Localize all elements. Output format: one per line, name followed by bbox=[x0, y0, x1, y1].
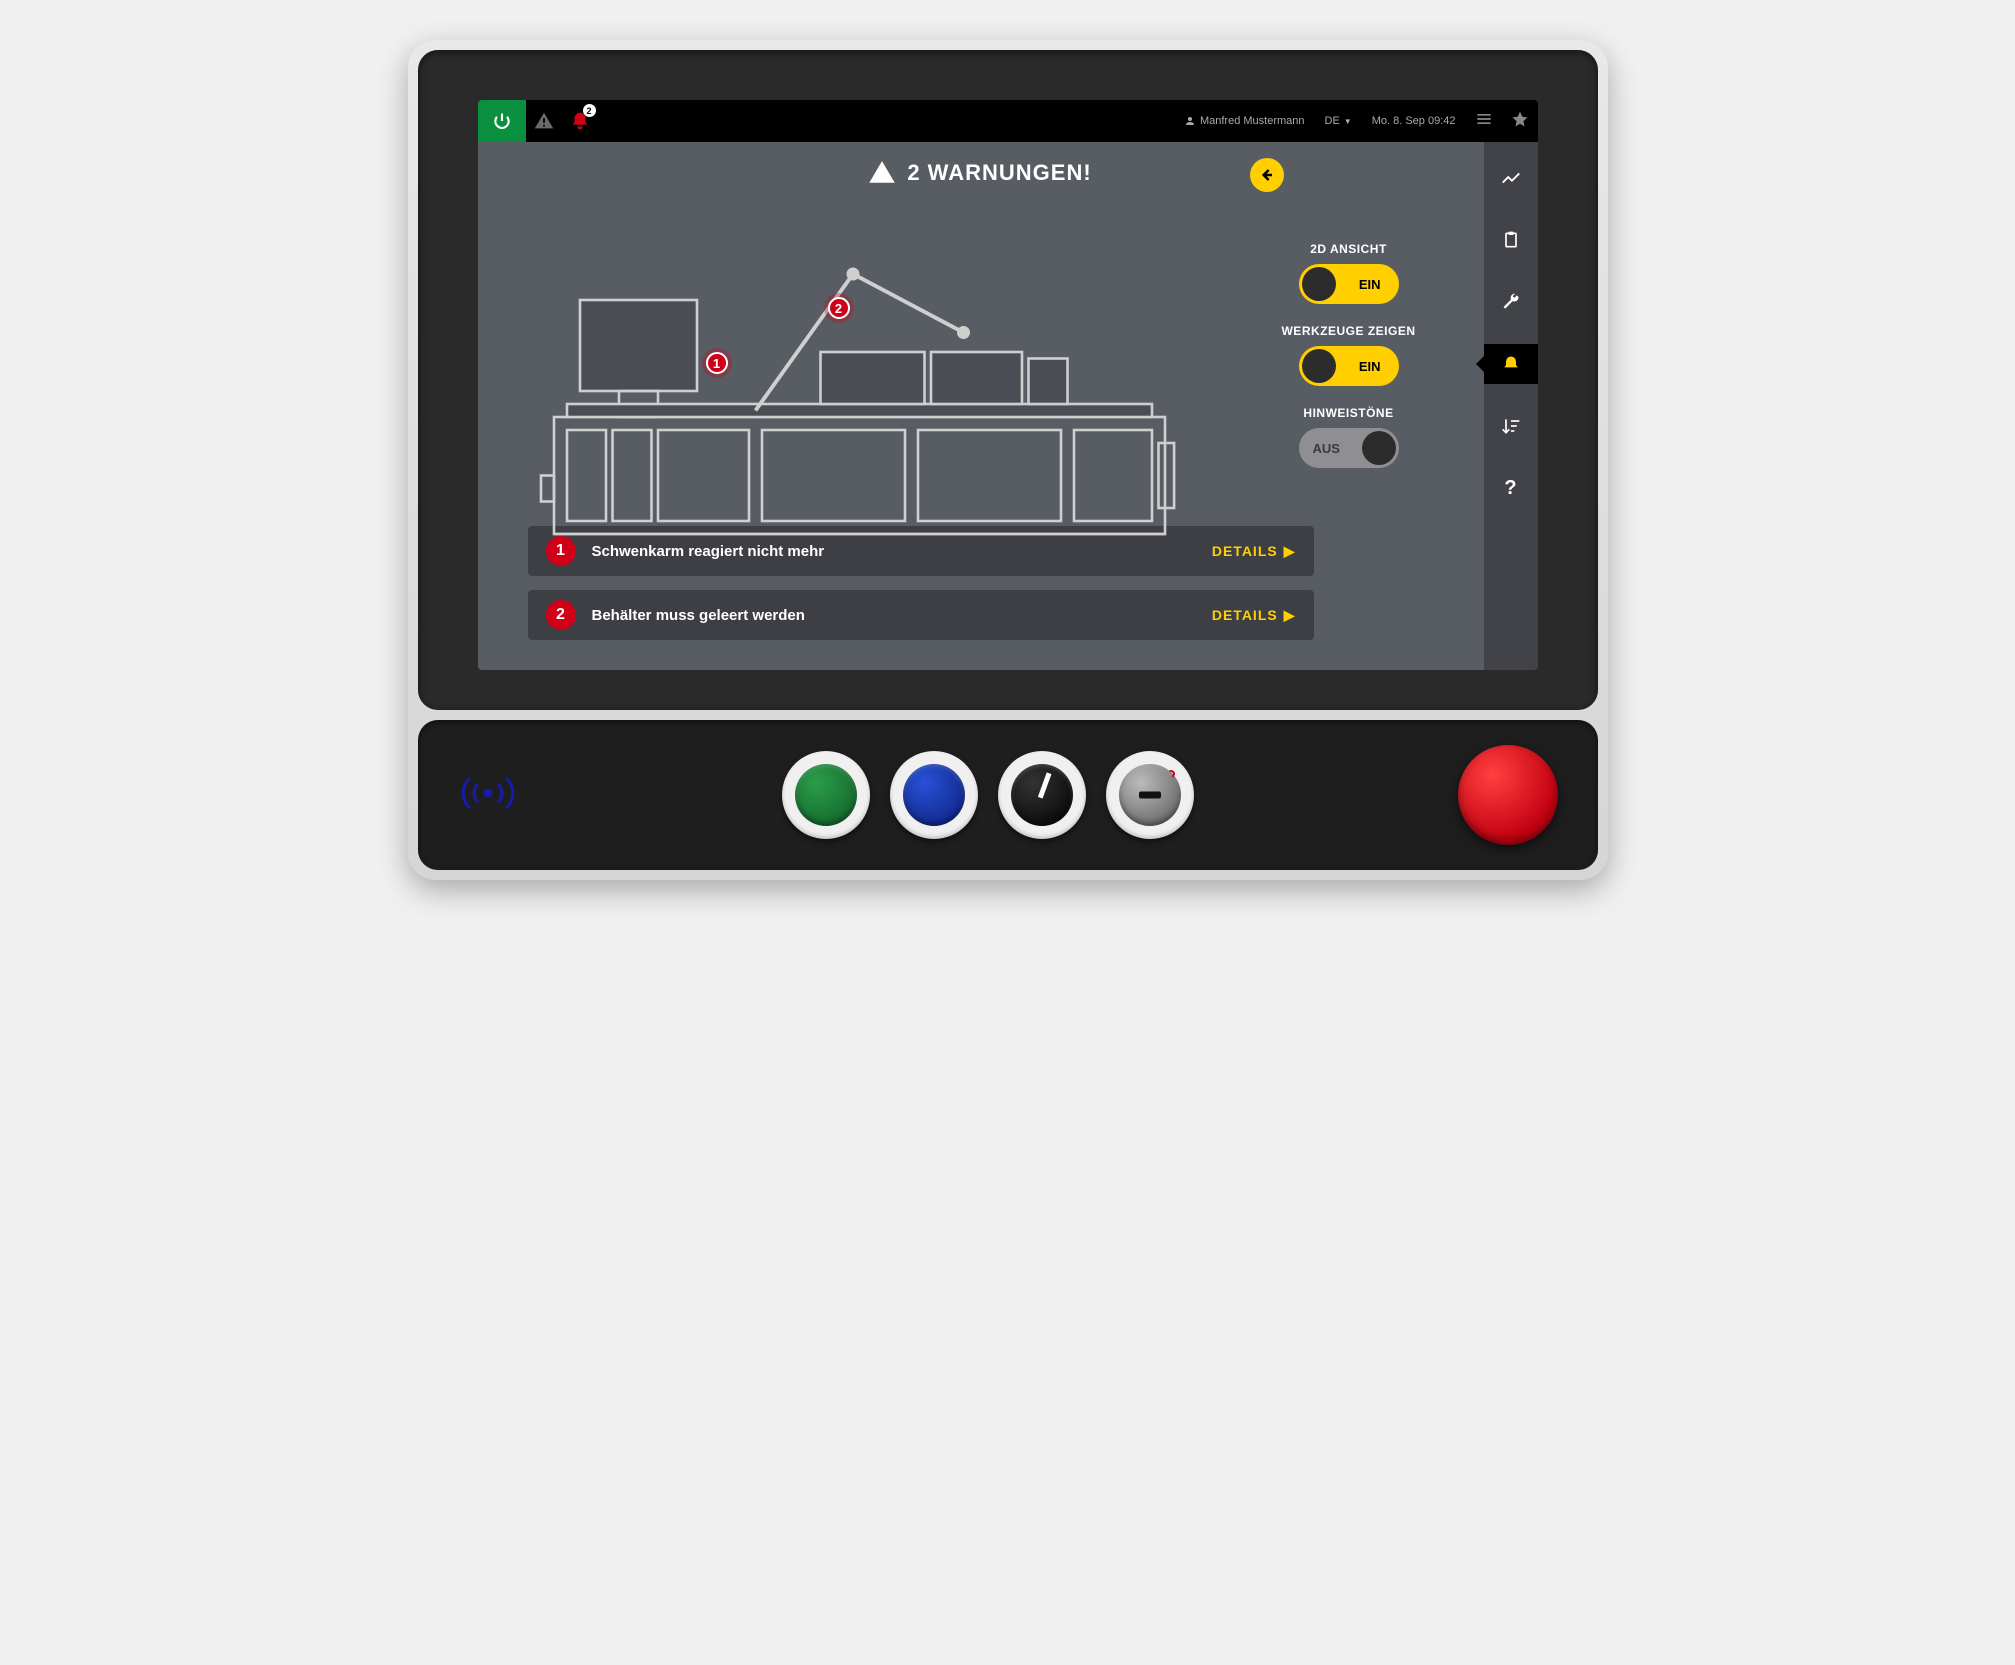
hw-blue-button[interactable] bbox=[890, 751, 978, 839]
hmi-device: 2 Manfred Mustermann DE ▼ Mo. 8. Sep 09:… bbox=[408, 40, 1608, 880]
hardware-buttons bbox=[782, 751, 1194, 839]
toggle-sounds-label: HINWEISTÖNE bbox=[1303, 406, 1393, 420]
content-row: 2 WARNUNGEN! bbox=[478, 142, 1538, 670]
topbar: 2 Manfred Mustermann DE ▼ Mo. 8. Sep 09:… bbox=[478, 100, 1538, 142]
language-code: DE bbox=[1325, 115, 1340, 127]
right-rail: ? bbox=[1484, 142, 1538, 670]
main-body: 1 2 2D ANSICHT EIN WERKZEUGE ZEIGEN bbox=[478, 186, 1484, 502]
toggle-2d-view[interactable]: EIN bbox=[1299, 264, 1399, 304]
alarm-indicator[interactable]: 2 bbox=[562, 100, 598, 142]
rail-help-button[interactable]: ? bbox=[1484, 468, 1538, 508]
rail-alarms-button[interactable] bbox=[1484, 344, 1538, 384]
rfid-indicator bbox=[458, 768, 518, 823]
toggle-state-text: AUS bbox=[1313, 441, 1340, 456]
toggle-tools-label: WERKZEUGE ZEIGEN bbox=[1281, 324, 1415, 338]
hw-selector-knob[interactable] bbox=[998, 751, 1086, 839]
chevron-down-icon: ▼ bbox=[1344, 117, 1352, 126]
knob-pointer bbox=[1037, 772, 1051, 798]
warning-row[interactable]: 2 Behälter muss geleert werden DETAILS ▶ bbox=[528, 590, 1314, 640]
rail-clipboard-button[interactable] bbox=[1484, 220, 1538, 260]
rfid-icon bbox=[458, 768, 518, 818]
warning-triangle-icon bbox=[533, 110, 555, 132]
bezel: 2 Manfred Mustermann DE ▼ Mo. 8. Sep 09:… bbox=[418, 50, 1598, 710]
user-icon bbox=[1184, 115, 1196, 127]
bell-icon bbox=[1501, 354, 1521, 374]
chevron-right-icon: ▶ bbox=[1284, 543, 1296, 560]
emergency-stop-button[interactable] bbox=[1458, 745, 1558, 845]
sort-icon bbox=[1501, 416, 1521, 436]
main-content: 2 WARNUNGEN! bbox=[478, 142, 1484, 670]
warning-number-badge: 2 bbox=[546, 600, 576, 630]
toggle-2d-label: 2D ANSICHT bbox=[1310, 242, 1387, 256]
back-button[interactable] bbox=[1250, 158, 1284, 192]
hardware-panel bbox=[418, 720, 1598, 870]
favorite-button[interactable] bbox=[1502, 110, 1538, 133]
power-icon bbox=[492, 111, 512, 131]
keyswitch-cap bbox=[1119, 764, 1181, 826]
page-title: 2 WARNUNGEN! bbox=[907, 160, 1091, 186]
chart-line-icon bbox=[1500, 167, 1522, 189]
screen: 2 Manfred Mustermann DE ▼ Mo. 8. Sep 09:… bbox=[478, 100, 1538, 670]
key-indicator bbox=[1165, 769, 1175, 779]
toggle-sounds[interactable]: AUS bbox=[1299, 428, 1399, 468]
toggle-knob bbox=[1302, 349, 1336, 383]
button-cap bbox=[795, 764, 857, 826]
toggle-panel: 2D ANSICHT EIN WERKZEUGE ZEIGEN EIN HINW… bbox=[1264, 202, 1434, 502]
knob-cap bbox=[1011, 764, 1073, 826]
clipboard-icon bbox=[1501, 230, 1521, 250]
machine-drawing bbox=[528, 222, 1204, 573]
hw-green-button[interactable] bbox=[782, 751, 870, 839]
schematic-area: 1 2 bbox=[528, 202, 1224, 502]
menu-icon bbox=[1474, 109, 1494, 129]
language-selector[interactable]: DE ▼ bbox=[1325, 115, 1352, 127]
warning-triangle-icon bbox=[869, 160, 895, 186]
toggle-state-text: EIN bbox=[1359, 359, 1381, 374]
rail-trend-button[interactable] bbox=[1484, 158, 1538, 198]
warning-marker-2[interactable]: 2 bbox=[828, 297, 850, 319]
warning-marker-1[interactable]: 1 bbox=[706, 352, 728, 374]
user-name: Manfred Mustermann bbox=[1200, 115, 1305, 127]
warning-indicator[interactable] bbox=[526, 100, 562, 142]
toggle-show-tools[interactable]: EIN bbox=[1299, 346, 1399, 386]
user-label[interactable]: Manfred Mustermann bbox=[1184, 115, 1305, 127]
rail-settings-button[interactable] bbox=[1484, 282, 1538, 322]
key-slot bbox=[1139, 792, 1161, 799]
question-icon: ? bbox=[1504, 477, 1516, 500]
wrench-icon bbox=[1501, 292, 1521, 312]
star-icon bbox=[1511, 110, 1529, 128]
details-label: DETAILS bbox=[1212, 607, 1278, 623]
rail-sort-button[interactable] bbox=[1484, 406, 1538, 446]
hw-key-switch[interactable] bbox=[1106, 751, 1194, 839]
chevron-right-icon: ▶ bbox=[1284, 607, 1296, 624]
toggle-knob bbox=[1302, 267, 1336, 301]
datetime-label: Mo. 8. Sep 09:42 bbox=[1372, 115, 1456, 127]
machine-schematic[interactable]: 1 2 bbox=[528, 202, 1224, 502]
details-button[interactable]: DETAILS ▶ bbox=[1212, 543, 1296, 560]
button-cap bbox=[903, 764, 965, 826]
toggle-knob bbox=[1362, 431, 1396, 465]
arrow-left-icon bbox=[1257, 165, 1277, 185]
page-title-bar: 2 WARNUNGEN! bbox=[478, 160, 1484, 186]
details-button[interactable]: DETAILS ▶ bbox=[1212, 607, 1296, 624]
power-button[interactable] bbox=[478, 100, 526, 142]
toggle-state-text: EIN bbox=[1359, 277, 1381, 292]
details-label: DETAILS bbox=[1212, 543, 1278, 559]
menu-button[interactable] bbox=[1466, 109, 1502, 134]
alarm-badge: 2 bbox=[583, 104, 596, 117]
warning-message: Behälter muss geleert werden bbox=[592, 607, 1196, 624]
